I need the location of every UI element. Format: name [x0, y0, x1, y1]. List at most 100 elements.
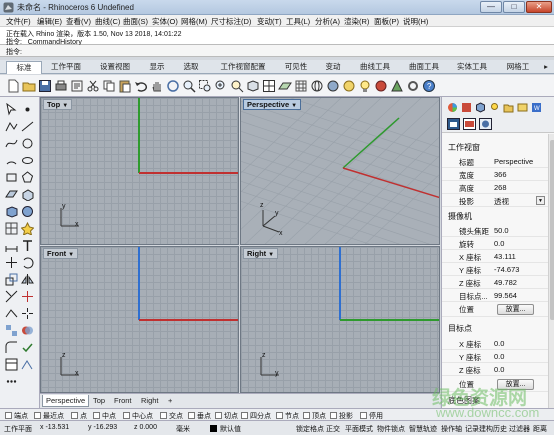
viewport-top[interactable]: Top ▼ y x [40, 97, 239, 245]
command-line[interactable]: 指令: [0, 45, 554, 57]
fillet-icon[interactable] [5, 341, 18, 354]
osnap-checkbox[interactable] [215, 412, 222, 419]
light-icon[interactable] [21, 222, 34, 235]
cut-icon[interactable] [86, 79, 100, 93]
osnap-checkbox[interactable] [188, 412, 195, 419]
select-arrow-icon[interactable] [5, 103, 18, 116]
zoom-selected-icon[interactable] [230, 79, 244, 93]
status-planar[interactable]: 平面模式 [345, 424, 373, 434]
trim-icon[interactable] [5, 290, 18, 303]
tabs-overflow-icon[interactable]: ▸ [540, 61, 552, 74]
status-gumball[interactable]: 操作轴 [441, 424, 462, 434]
analyze-icon[interactable] [21, 358, 34, 371]
prop-value[interactable]: 50.0 [494, 226, 509, 235]
tab-select[interactable]: 选取 [176, 61, 206, 74]
prop-value[interactable]: Perspective [494, 157, 533, 166]
tab-solid-tools[interactable]: 实体工具 [450, 61, 494, 74]
status-filter[interactable]: 过滤器 [509, 424, 530, 434]
arc-icon[interactable] [5, 154, 18, 167]
scale-icon[interactable] [5, 273, 18, 286]
prop-value[interactable]: 0.0 [494, 365, 504, 374]
wireframe-icon[interactable] [310, 79, 324, 93]
layout-icon[interactable] [5, 358, 18, 371]
osnap-checkbox[interactable] [71, 412, 78, 419]
light-panel-icon[interactable] [489, 102, 500, 113]
paste-icon[interactable] [118, 79, 132, 93]
text-icon[interactable] [21, 239, 34, 252]
help-icon[interactable]: ? [422, 79, 436, 93]
dimension-icon[interactable] [5, 239, 18, 252]
viewport-perspective[interactable]: Perspective ▼ z y x [240, 97, 440, 245]
osnap-checkbox[interactable] [93, 412, 100, 419]
menu-transform[interactable]: 变动(T) [257, 16, 282, 27]
help-panel-icon[interactable]: W [531, 102, 542, 113]
explode-icon[interactable] [21, 307, 34, 320]
surface-icon[interactable] [5, 188, 18, 201]
pan-hand-icon[interactable] [150, 79, 164, 93]
projection-select[interactable]: 透视 [494, 196, 509, 207]
zoom-window-icon[interactable] [198, 79, 212, 93]
menu-dimension[interactable]: 尺寸标注(D) [211, 16, 251, 27]
minimize-button[interactable]: — [480, 1, 502, 13]
viewtab-right[interactable]: Right [138, 395, 162, 407]
menu-help[interactable]: 说明(H) [403, 16, 428, 27]
close-button[interactable]: ✕ [526, 1, 552, 13]
osnap-checkbox[interactable] [123, 412, 130, 419]
menu-view[interactable]: 查看(V) [66, 16, 91, 27]
copy-icon[interactable] [102, 79, 116, 93]
prop-value[interactable]: 99.564 [494, 291, 517, 300]
options-icon[interactable] [406, 79, 420, 93]
tab-curve-tools[interactable]: 曲线工具 [352, 61, 398, 74]
grid-icon[interactable] [294, 79, 308, 93]
layers-icon[interactable] [461, 102, 472, 113]
line-icon[interactable] [21, 120, 34, 133]
add-viewtab-button[interactable]: + [165, 395, 175, 407]
mirror-icon[interactable] [21, 273, 34, 286]
viewport-menu-caret-icon[interactable]: ▼ [68, 252, 74, 258]
check-icon[interactable] [21, 341, 34, 354]
rotate-icon[interactable] [21, 256, 34, 269]
viewport-menu-caret-icon[interactable]: ▼ [268, 252, 274, 258]
status-record-history[interactable]: 记录建构历史 [465, 424, 507, 434]
osnap-checkbox[interactable] [276, 412, 283, 419]
tab-display[interactable]: 显示 [142, 61, 172, 74]
more-tools-icon[interactable] [5, 375, 18, 388]
osnap-checkbox[interactable] [160, 412, 167, 419]
status-osnap[interactable]: 物件锁点 [377, 424, 405, 434]
status-grid-snap[interactable]: 锁定格点 [296, 424, 324, 434]
menu-tools[interactable]: 工具(L) [286, 16, 310, 27]
print-icon[interactable] [54, 79, 68, 93]
rendered-icon[interactable] [342, 79, 356, 93]
viewport-right[interactable]: Right ▼ z y [240, 246, 440, 393]
circle-icon[interactable] [21, 137, 34, 150]
osnap-checkbox[interactable] [360, 412, 367, 419]
viewport-tab-icon[interactable] [463, 118, 476, 130]
solid-box-icon[interactable] [5, 205, 18, 218]
menu-surface[interactable]: 曲面(S) [123, 16, 148, 27]
object-properties-icon[interactable] [475, 102, 486, 113]
tab-set-view[interactable]: 设置视图 [92, 61, 138, 74]
save-icon[interactable] [38, 79, 52, 93]
prop-value[interactable]: 0.0 [494, 339, 504, 348]
properties-icon[interactable] [70, 79, 84, 93]
viewport-front[interactable]: Front ▼ z x [40, 246, 239, 393]
viewport-menu-caret-icon[interactable]: ▼ [291, 103, 297, 109]
polyline-icon[interactable] [5, 120, 18, 133]
rectangle-icon[interactable] [5, 171, 18, 184]
zoom-icon[interactable] [182, 79, 196, 93]
viewtab-front[interactable]: Front [111, 395, 135, 407]
osnap-checkbox[interactable] [330, 412, 337, 419]
move-icon[interactable] [5, 256, 18, 269]
mesh-icon[interactable] [5, 222, 18, 235]
osnap-checkbox[interactable] [34, 412, 41, 419]
panel-scrollbar[interactable] [548, 134, 554, 408]
tab-cplanes[interactable]: 工作平面 [44, 61, 88, 74]
extrude-icon[interactable] [21, 188, 34, 201]
prop-value[interactable]: 49.782 [494, 278, 517, 287]
rotate-view-icon[interactable] [166, 79, 180, 93]
group-icon[interactable] [5, 324, 18, 337]
viewport-label-front[interactable]: Front ▼ [43, 248, 79, 259]
status-ortho[interactable]: 正交 [326, 424, 340, 434]
tab-visibility[interactable]: 可见性 [278, 61, 314, 74]
render-icon[interactable] [390, 79, 404, 93]
